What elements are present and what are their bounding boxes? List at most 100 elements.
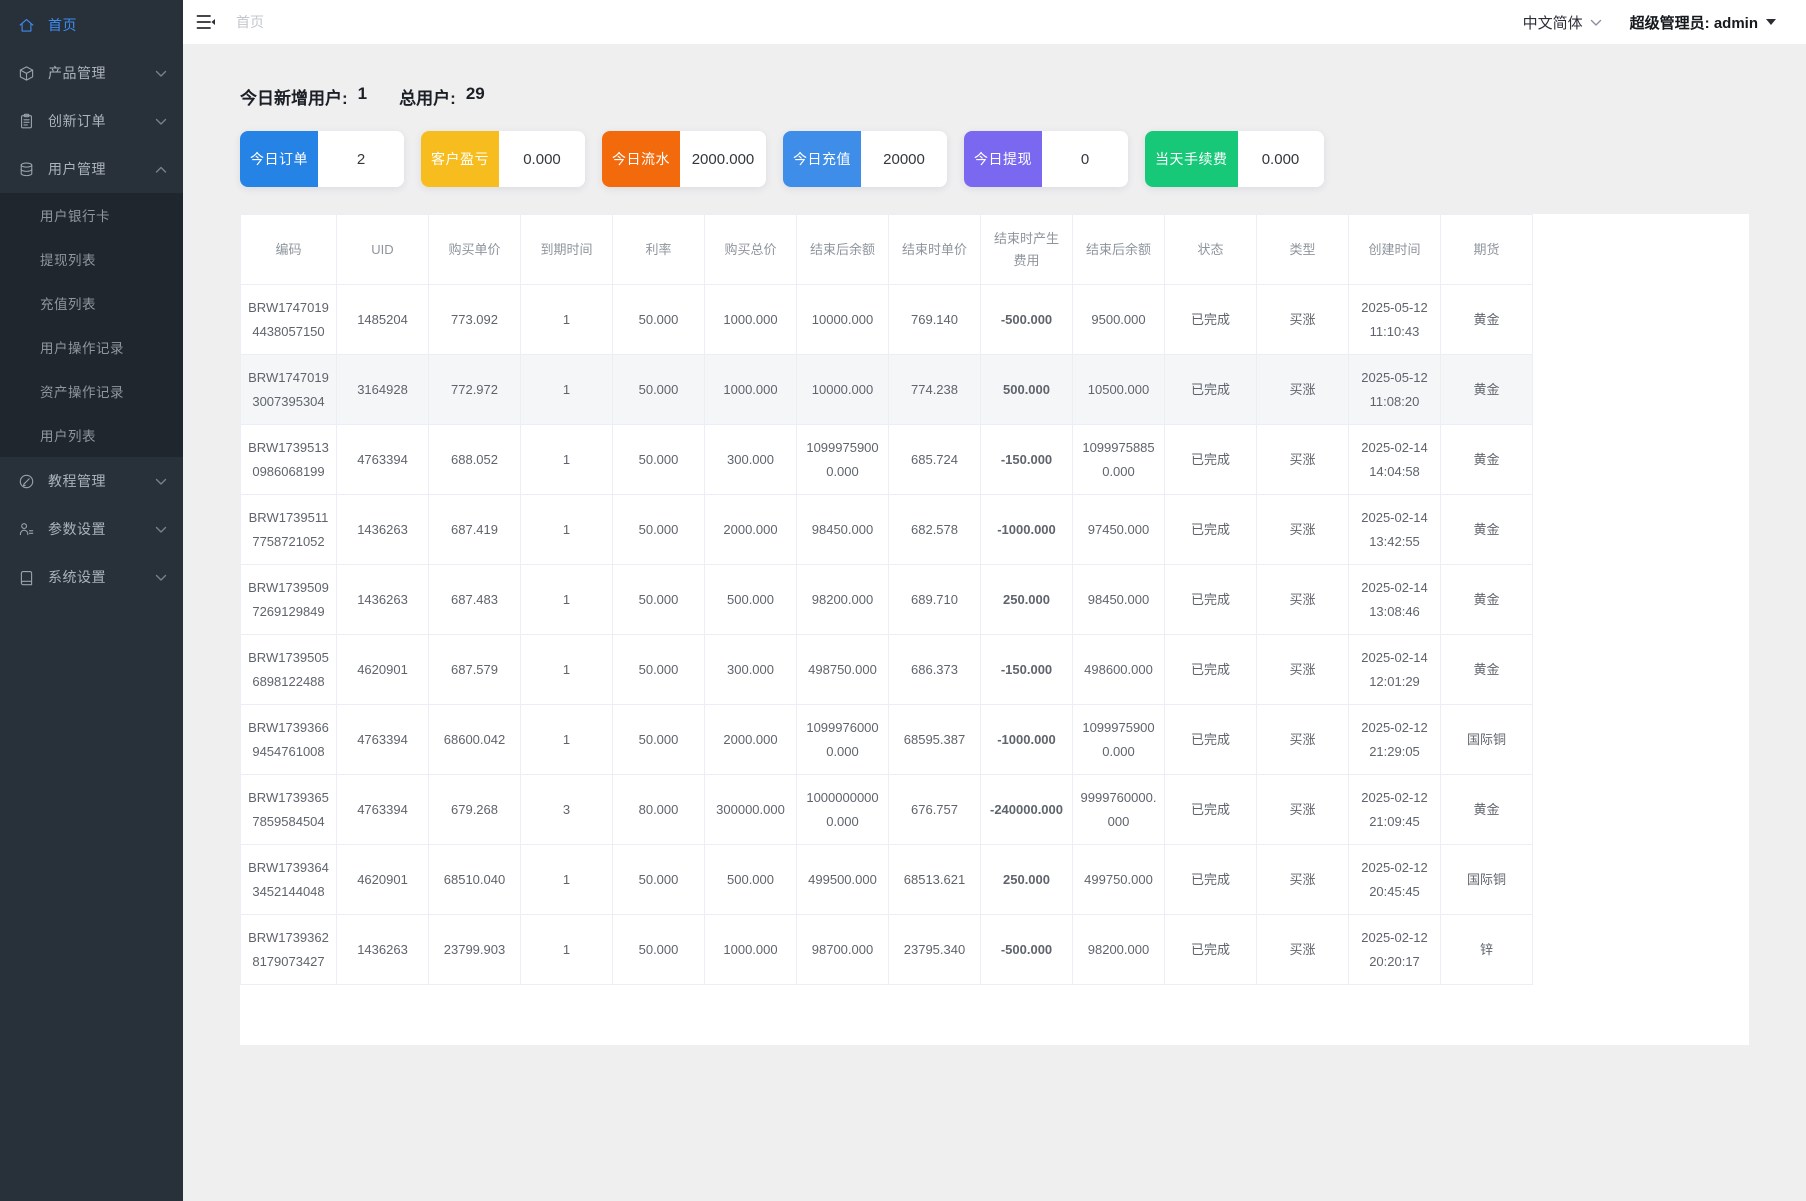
table-cell: 10000.000 (796, 284, 889, 355)
table-cell: 1 (520, 704, 613, 775)
sidebar-item-param-settings[interactable]: 参数设置 (0, 505, 183, 553)
table-row[interactable]: BRW17393628179073427 1436263 23799.903 1 50.… (240, 914, 1533, 985)
column-header: 结束时单价 (888, 214, 981, 285)
sidebar-subitem-user-op-records[interactable]: 用户操作记录 (0, 325, 183, 369)
table-cell: 50.000 (612, 564, 705, 635)
table-row[interactable]: BRW17395130986068199 4763394 688.052 1 50.00… (240, 424, 1533, 495)
book-icon (18, 569, 35, 586)
stat-card-value: 2 (318, 131, 404, 187)
table-cell: 80.000 (612, 774, 705, 845)
table-cell: 2025-02-14 12:01:29 (1348, 634, 1441, 705)
user-dropdown[interactable]: 超级管理员: admin (1630, 12, 1776, 33)
language-selector[interactable]: 中文简体 (1523, 12, 1602, 33)
stat-card-label: 今日订单 (240, 131, 318, 187)
table-cell: 250.000 (980, 844, 1073, 915)
table-cell: 4763394 (336, 704, 429, 775)
table-cell: 买涨 (1256, 284, 1349, 355)
language-label: 中文简体 (1522, 14, 1583, 32)
total-users-stat: 总用户: 29 (399, 84, 485, 109)
table-cell: 50.000 (612, 494, 705, 565)
table-cell: BRW17470193007395304 (240, 354, 337, 425)
table-cell: 50.000 (612, 284, 705, 355)
table-cell: 688.052 (428, 424, 521, 495)
table-cell: 10999759000.000 (796, 424, 889, 495)
table-row[interactable]: BRW17395097269129849 1436263 687.483 1 50.00… (240, 564, 1533, 635)
table-cell: 500.000 (704, 844, 797, 915)
table-cell: 50.000 (612, 914, 705, 985)
sidebar-item-home[interactable]: 首页 (0, 1, 183, 49)
table-cell: 2025-02-12 20:20:17 (1348, 914, 1441, 985)
table-cell: 498750.000 (796, 634, 889, 705)
table-cell: BRW17393643452144048 (240, 844, 337, 915)
table-cell: 98450.000 (1072, 564, 1165, 635)
chevron-down-icon (155, 113, 167, 129)
table-cell: 1436263 (336, 494, 429, 565)
table-cell: 已完成 (1164, 354, 1257, 425)
sidebar-item-user-manage[interactable]: 用户管理 (0, 145, 183, 193)
table-row[interactable]: BRW17393643452144048 4620901 68510.040 1 50.… (240, 844, 1533, 915)
stat-card-label: 今日提现 (964, 131, 1042, 187)
sidebar-subitem-withdraw-list[interactable]: 提现列表 (0, 237, 183, 281)
sidebar-item-label: 产品管理 (48, 65, 106, 81)
sidebar-item-product-manage[interactable]: 产品管理 (0, 49, 183, 97)
table-cell: 2000.000 (704, 494, 797, 565)
table-cell: 买涨 (1256, 844, 1349, 915)
table-row[interactable]: BRW17470193007395304 3164928 772.972 1 50.00… (240, 354, 1533, 425)
table-cell: 2025-05-12 11:10:43 (1348, 284, 1441, 355)
table-cell: 68595.387 (888, 704, 981, 775)
table-row[interactable]: BRW17393669454761008 4763394 68600.042 1 50.… (240, 704, 1533, 775)
table-cell: 2025-02-14 13:42:55 (1348, 494, 1441, 565)
sidebar-subitem-user-list[interactable]: 用户列表 (0, 413, 183, 457)
table-cell: 687.419 (428, 494, 521, 565)
table-cell: 10000000000.000 (796, 774, 889, 845)
stat-card-today-recharge: 今日充值 20000 (783, 131, 947, 187)
sidebar-item-label: 首页 (48, 17, 77, 33)
stat-card-value: 0.000 (499, 131, 585, 187)
table-cell: 买涨 (1256, 354, 1349, 425)
table-cell: 500.000 (980, 354, 1073, 425)
table-cell: 10500.000 (1072, 354, 1165, 425)
sidebar-item-system-settings[interactable]: 系统设置 (0, 553, 183, 601)
table-cell: -150.000 (980, 424, 1073, 495)
new-users-value: 1 (357, 84, 368, 103)
table-cell: BRW17393628179073427 (240, 914, 337, 985)
table-cell: 98200.000 (1072, 914, 1165, 985)
table-cell: 9999760000.000 (1072, 774, 1165, 845)
table-cell: 2025-02-12 20:45:45 (1348, 844, 1441, 915)
stat-card-today-fee: 当天手续费 0.000 (1145, 131, 1324, 187)
sidebar-item-innovation-orders[interactable]: 创新订单 (0, 97, 183, 145)
table-row[interactable]: BRW17395056898122488 4620901 687.579 1 50.00… (240, 634, 1533, 705)
main-area: 首页 中文简体 超级管理员: admin 今日新增用户: 1 总用户: 29 今… (183, 0, 1806, 1201)
table-cell: 国际铜 (1440, 704, 1533, 775)
table-cell: 50.000 (612, 634, 705, 705)
menu-fold-icon[interactable] (196, 13, 216, 31)
table-cell: 黄金 (1440, 284, 1533, 355)
sidebar-subitem-recharge-list[interactable]: 充值列表 (0, 281, 183, 325)
table-cell: 499500.000 (796, 844, 889, 915)
table-cell: 1485204 (336, 284, 429, 355)
table-cell: 10999759000.000 (1072, 704, 1165, 775)
table-cell: 10999760000.000 (796, 704, 889, 775)
table-row[interactable]: BRW17470194438057150 1485204 773.092 1 50.00… (240, 284, 1533, 355)
table-cell: 4620901 (336, 634, 429, 705)
sidebar-subitem-asset-op-records[interactable]: 资产操作记录 (0, 369, 183, 413)
stat-card-today-orders: 今日订单 2 (240, 131, 404, 187)
sidebar: 首页产品管理创新订单用户管理 用户银行卡 提现列表 充值列表 用户操作记录 资产操作记录用… (0, 0, 183, 1201)
table-cell: 1000.000 (704, 284, 797, 355)
sidebar-item-label: 创新订单 (48, 113, 106, 129)
table-row[interactable]: BRW17395117758721052 1436263 687.419 1 50.00… (240, 494, 1533, 565)
column-header: 购买单价 (428, 214, 521, 285)
sidebar-item-tutorial-manage[interactable]: 教程管理 (0, 457, 183, 505)
table-cell: 98700.000 (796, 914, 889, 985)
table-cell: 买涨 (1256, 774, 1349, 845)
sidebar-subitem-user-bank-cards[interactable]: 用户银行卡 (0, 193, 183, 237)
table-cell: 9500.000 (1072, 284, 1165, 355)
edit-circle-icon (18, 473, 35, 490)
breadcrumb[interactable]: 首页 (236, 12, 264, 32)
table-cell: 10000.000 (796, 354, 889, 425)
table-cell: 4620901 (336, 844, 429, 915)
table-cell: 已完成 (1164, 844, 1257, 915)
table-cell: 1436263 (336, 914, 429, 985)
table-row[interactable]: BRW17393657859584504 4763394 679.268 3 80.00… (240, 774, 1533, 845)
table-cell: 1 (520, 844, 613, 915)
